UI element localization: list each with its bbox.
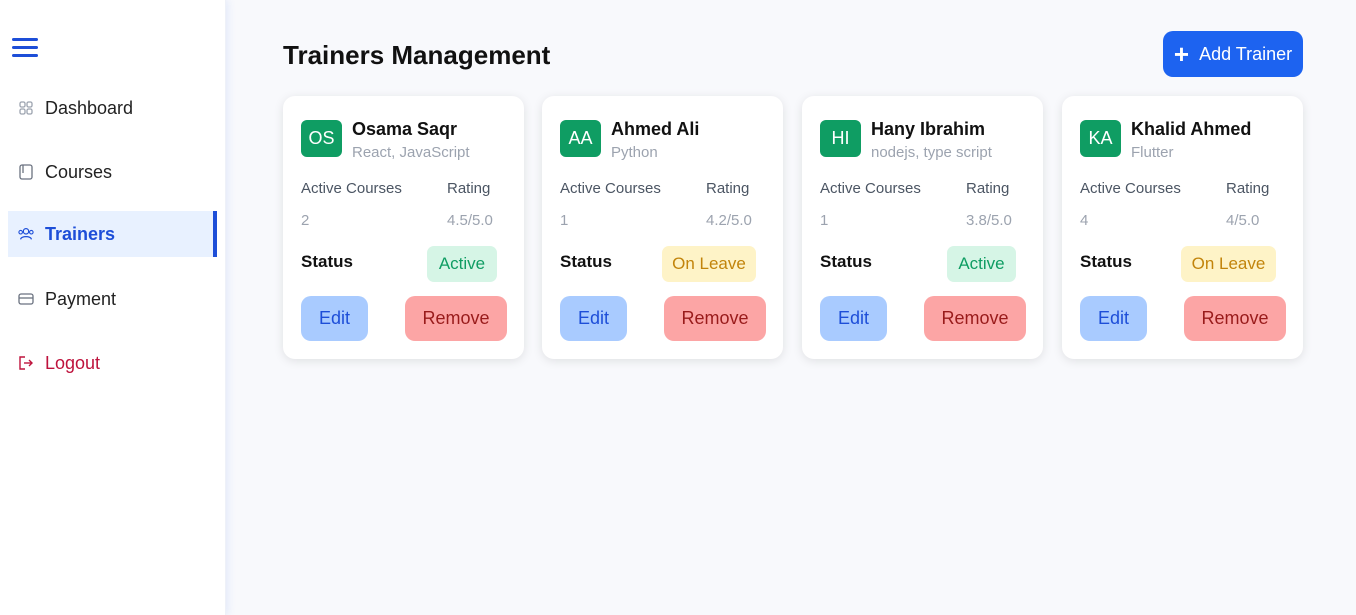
trainer-skills: Python [611, 144, 658, 161]
trainer-name: Khalid Ahmed [1131, 119, 1252, 139]
rating-value: 3.8/5.0 [966, 212, 1012, 229]
edit-button[interactable]: Edit [1080, 296, 1147, 341]
trainer-skills: Flutter [1131, 144, 1174, 161]
sidebar-item-label: Trainers [45, 223, 116, 244]
avatar: OS [301, 120, 342, 157]
edit-button[interactable]: Edit [820, 296, 887, 341]
rating-value: 4/5.0 [1226, 212, 1260, 229]
rating-label: Rating [706, 180, 750, 197]
book-icon [18, 164, 34, 180]
active-courses-label: Active Courses [820, 180, 921, 197]
page-title: Trainers Management [283, 40, 551, 70]
sidebar-item-label: Logout [45, 352, 101, 373]
active-courses-value: 2 [301, 212, 310, 229]
trainer-skills: React, JavaScript [352, 144, 470, 161]
status-label: Status [1080, 252, 1132, 271]
menu-icon[interactable] [12, 38, 38, 60]
status-badge: On Leave [662, 246, 756, 282]
rating-label: Rating [447, 180, 491, 197]
active-courses-value: 4 [1080, 212, 1089, 229]
active-courses-value: 1 [560, 212, 569, 229]
avatar: KA [1080, 120, 1121, 157]
add-trainer-label: Add Trainer [1199, 43, 1293, 64]
sidebar: Dashboard Courses Trainers Payment Logou… [0, 0, 226, 615]
users-icon [18, 226, 34, 242]
avatar: HI [820, 120, 861, 157]
active-courses-label: Active Courses [560, 180, 661, 197]
rating-label: Rating [1226, 180, 1270, 197]
remove-button[interactable]: Remove [405, 296, 507, 341]
status-badge: Active [947, 246, 1016, 282]
status-badge: Active [427, 246, 497, 282]
status-label: Status [820, 252, 872, 271]
trainer-card: HI Hany Ibrahim nodejs, type script Acti… [802, 96, 1043, 359]
sidebar-item-dashboard[interactable]: Dashboard [8, 85, 217, 131]
card-icon [18, 291, 34, 307]
remove-button[interactable]: Remove [924, 296, 1026, 341]
status-label: Status [301, 252, 353, 271]
remove-button[interactable]: Remove [664, 296, 766, 341]
trainer-name: Hany Ibrahim [871, 119, 986, 139]
sidebar-item-label: Courses [45, 161, 113, 182]
sidebar-item-label: Dashboard [45, 97, 134, 118]
edit-button[interactable]: Edit [301, 296, 368, 341]
trainer-skills: nodejs, type script [871, 144, 992, 161]
sidebar-item-label: Payment [45, 288, 117, 309]
trainer-name: Ahmed Ali [611, 119, 700, 139]
logout-icon [18, 355, 34, 371]
avatar: AA [560, 120, 601, 157]
trainer-name: Osama Saqr [352, 119, 458, 139]
add-trainer-button[interactable]: + Add Trainer [1163, 31, 1303, 77]
status-label: Status [560, 252, 612, 271]
sidebar-item-logout[interactable]: Logout [8, 340, 217, 386]
sidebar-item-trainers[interactable]: Trainers [8, 211, 217, 257]
trainer-card: AA Ahmed Ali Python Active Courses Ratin… [542, 96, 783, 359]
status-badge: On Leave [1181, 246, 1276, 282]
trainer-card: OS Osama Saqr React, JavaScript Active C… [283, 96, 524, 359]
trainer-card: KA Khalid Ahmed Flutter Active Courses R… [1062, 96, 1303, 359]
rating-value: 4.5/5.0 [447, 212, 493, 229]
rating-label: Rating [966, 180, 1010, 197]
rating-value: 4.2/5.0 [706, 212, 752, 229]
active-courses-value: 1 [820, 212, 829, 229]
active-courses-label: Active Courses [1080, 180, 1181, 197]
grid-icon [18, 100, 34, 116]
sidebar-item-payment[interactable]: Payment [8, 276, 217, 322]
plus-icon: + [1173, 39, 1190, 69]
sidebar-item-courses[interactable]: Courses [8, 149, 217, 195]
edit-button[interactable]: Edit [560, 296, 627, 341]
remove-button[interactable]: Remove [1184, 296, 1286, 341]
active-courses-label: Active Courses [301, 180, 402, 197]
